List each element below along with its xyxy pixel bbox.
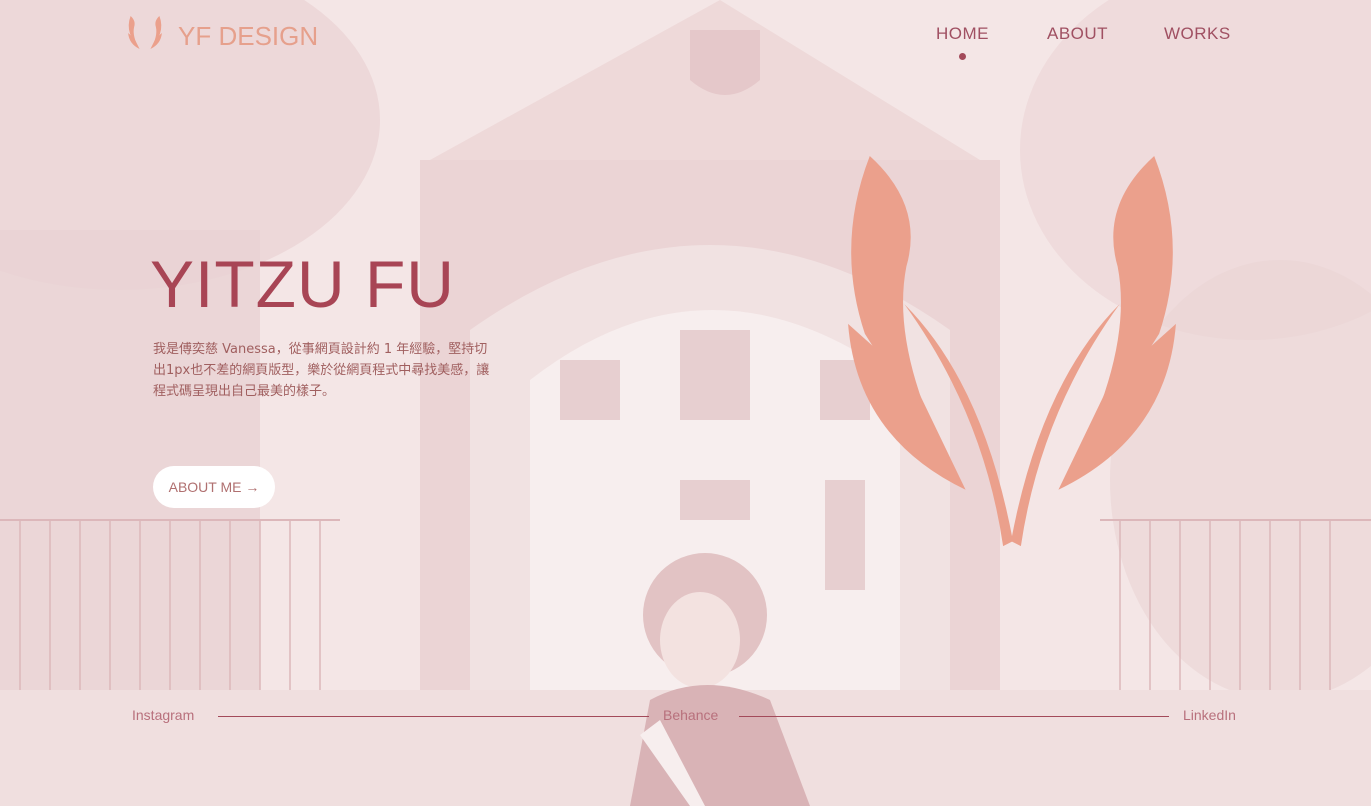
nav-works[interactable]: WORKS	[1164, 24, 1231, 44]
divider-line	[218, 716, 649, 717]
about-me-button[interactable]: ABOUT ME →	[153, 466, 275, 508]
hero-description: 我是傅奕慈 Vanessa，從事網頁設計約 1 年經驗，堅持切出1px也不差的網…	[153, 342, 490, 399]
linkedin-link[interactable]: LinkedIn	[1183, 707, 1236, 723]
nav-home[interactable]: HOME	[936, 24, 989, 44]
large-fox-ears-logo-icon	[848, 156, 1176, 547]
nav-about[interactable]: ABOUT	[1047, 24, 1108, 44]
hero-title: YITZU FU	[150, 247, 455, 321]
divider-line	[739, 716, 1169, 717]
behance-link[interactable]: Behance	[663, 707, 718, 723]
site-header: YF DESIGN HOME ABOUT WORKS	[0, 0, 1371, 80]
active-indicator-dot	[959, 53, 966, 60]
main-nav: HOME ABOUT WORKS	[0, 24, 1371, 64]
instagram-link[interactable]: Instagram	[132, 707, 194, 723]
